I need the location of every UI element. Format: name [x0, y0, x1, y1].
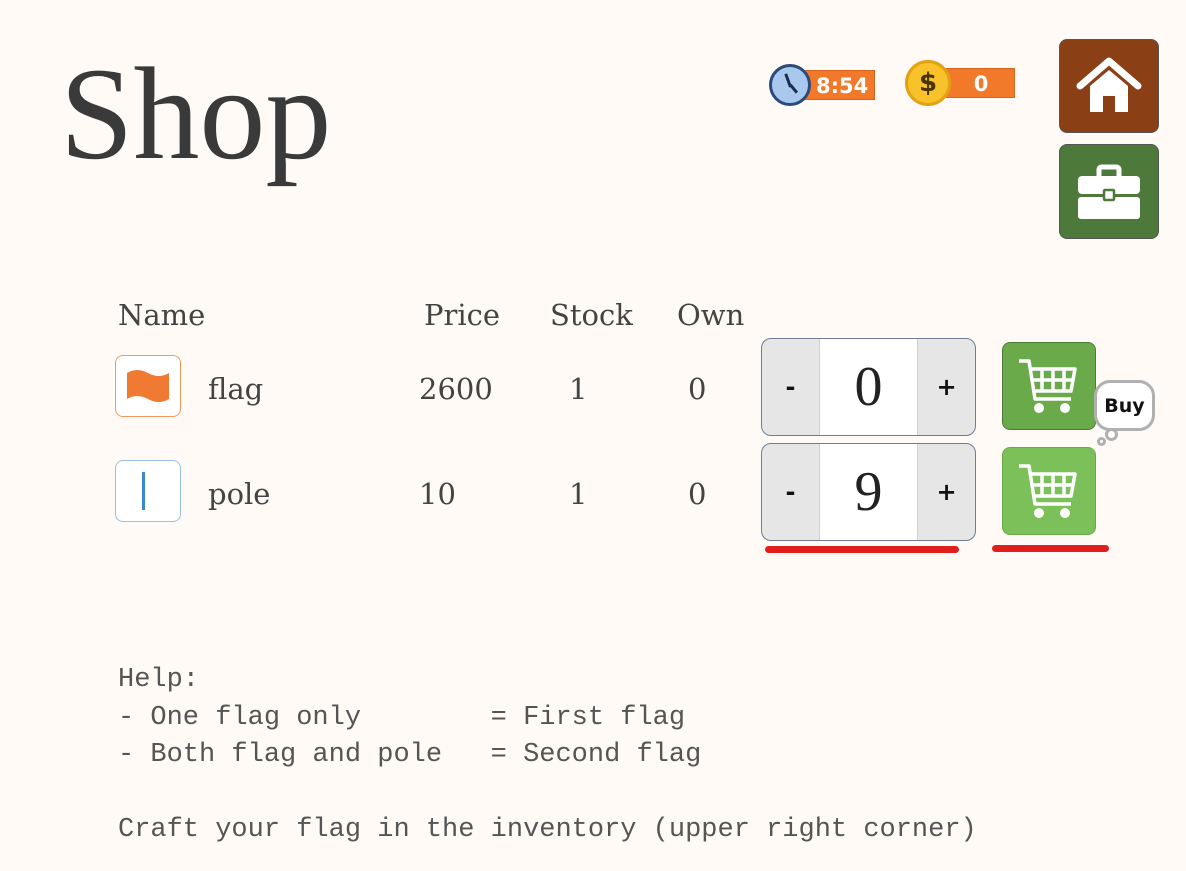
- item-name: flag: [208, 372, 264, 406]
- item-own: 0: [688, 477, 707, 511]
- quantity-stepper: - 0 +: [761, 338, 976, 436]
- help-line: Craft your flag in the inventory (upper …: [118, 815, 977, 845]
- item-own: 0: [688, 372, 707, 406]
- item-price: 10: [419, 477, 456, 511]
- increment-button[interactable]: +: [918, 444, 975, 540]
- buy-cart-button[interactable]: [1002, 342, 1096, 430]
- buy-cart-button[interactable]: [1002, 447, 1096, 535]
- help-text: Help: - One flag only = First flag - Both …: [118, 662, 977, 850]
- item-stock: 1: [569, 372, 588, 406]
- page-title: Shop: [60, 40, 332, 187]
- header-stock: Stock: [550, 298, 633, 332]
- coin-icon: $: [905, 60, 951, 106]
- item-price: 2600: [419, 372, 493, 406]
- quantity-value[interactable]: 9: [819, 444, 918, 540]
- tooltip-dot: [1097, 437, 1106, 446]
- cart-icon: [1019, 359, 1077, 413]
- header-name: Name: [118, 298, 206, 332]
- header-price: Price: [424, 298, 501, 332]
- increment-button[interactable]: +: [918, 339, 975, 435]
- inventory-button[interactable]: [1059, 144, 1159, 239]
- tooltip-dot: [1105, 428, 1118, 441]
- help-heading: Help:: [118, 665, 200, 695]
- item-stock: 1: [569, 477, 588, 511]
- clock-icon: [769, 64, 811, 106]
- quantity-value[interactable]: 0: [819, 339, 918, 435]
- pole-icon: [115, 460, 181, 522]
- cart-icon: [1019, 464, 1077, 518]
- cart-underline: [992, 545, 1109, 552]
- item-name: pole: [208, 477, 271, 511]
- stepper-underline: [765, 546, 959, 553]
- flag-icon: [115, 355, 181, 417]
- coin-display: $ 0: [905, 60, 1015, 106]
- header-own: Own: [677, 298, 745, 332]
- coin-value: 0: [943, 68, 1015, 98]
- decrement-button[interactable]: -: [762, 339, 819, 435]
- help-line: - Both flag and pole = Second flag: [118, 740, 702, 770]
- help-line: - One flag only = First flag: [118, 702, 686, 733]
- home-button[interactable]: [1059, 39, 1159, 133]
- timer-value: 8:54: [803, 70, 875, 100]
- timer-display: 8:54: [769, 64, 875, 106]
- decrement-button[interactable]: -: [762, 444, 819, 540]
- buy-tooltip: Buy: [1094, 380, 1155, 431]
- home-icon: [1076, 57, 1142, 112]
- briefcase-icon: [1078, 164, 1140, 219]
- quantity-stepper: - 9 +: [761, 443, 976, 541]
